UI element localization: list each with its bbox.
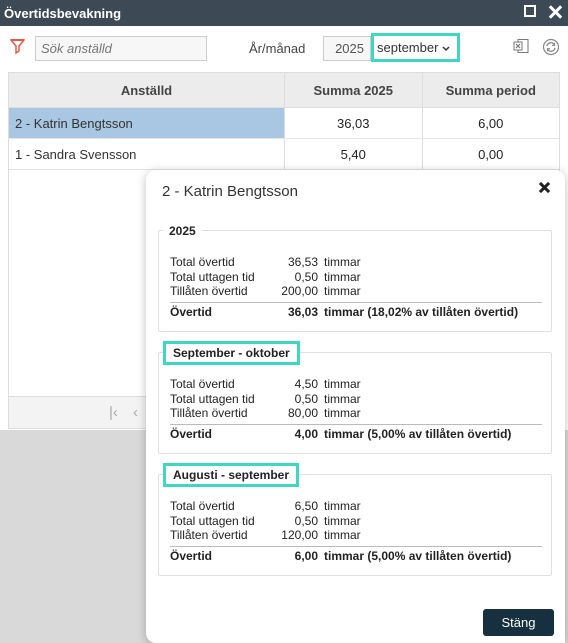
close-window-icon[interactable] — [548, 5, 562, 19]
overtime-total-row: Övertid 6,00 timmar (5,00% av tillåten öve… — [170, 545, 542, 564]
window-title: Övertidsbevakning — [4, 5, 122, 21]
window-controls — [524, 5, 562, 19]
first-page-icon[interactable]: |‹ — [109, 404, 118, 421]
close-icon[interactable] — [537, 180, 553, 196]
section-year: 2025 Total övertid 36,53 timmar Total utta… — [158, 222, 552, 332]
refresh-icon[interactable] — [542, 38, 560, 59]
table-row[interactable]: 2 - Katrin Bengtsson 36,03 6,00 — [9, 108, 559, 139]
sum-year-cell: 36,03 — [284, 108, 422, 138]
year-field[interactable]: 2025 — [323, 36, 371, 61]
month-value: september — [377, 40, 439, 55]
allowed-overtime-row: Tillåten övertid 120,00 timmar — [170, 528, 361, 543]
year-value: 2025 — [335, 41, 364, 56]
allowed-overtime-row: Tillåten övertid 200,00 timmar — [170, 284, 361, 299]
filter-icon[interactable] — [9, 38, 26, 57]
chevron-down-icon — [441, 42, 451, 57]
toolbar: År/månad 2025 september — [0, 26, 568, 71]
total-taken-row: Total uttagen tid 0,50 timmar — [170, 513, 361, 528]
overtime-total-row: Övertid 36,03 timmar (18,02% av tillåten ö… — [170, 301, 542, 320]
section-heading: Augusti - september — [163, 463, 300, 487]
sum-period-cell: 6,00 — [421, 108, 560, 138]
column-header-employee[interactable]: Anställd — [9, 73, 284, 107]
grid-header: Anställd Summa 2025 Summa period — [9, 73, 559, 108]
excel-export-icon[interactable] — [513, 38, 529, 57]
section-period: September - oktober Total övertid 4,50 tim… — [158, 341, 552, 454]
overtime-detail-dialog: 2 - Katrin Bengtsson 2025 Total övertid 3… — [146, 170, 565, 643]
window-titlebar: Övertidsbevakning — [0, 0, 568, 26]
allowed-overtime-row: Tillåten övertid 80,00 timmar — [170, 406, 361, 421]
overtime-total-row: Övertid 4,00 timmar (5,00% av tillåten öve… — [170, 423, 542, 442]
section-heading: September - oktober — [163, 341, 300, 365]
section-previous-period: Augusti - september Total övertid 6,50 tim… — [158, 463, 552, 576]
total-taken-row: Total uttagen tid 0,50 timmar — [170, 391, 361, 406]
month-select[interactable]: september — [371, 33, 460, 62]
search-input[interactable] — [35, 36, 207, 61]
total-overtime-row: Total övertid 6,50 timmar — [170, 499, 361, 514]
dialog-title: 2 - Katrin Bengtsson — [162, 183, 298, 200]
section-heading: 2025 — [163, 222, 202, 240]
year-month-label: År/månad — [249, 41, 306, 56]
total-overtime-row: Total övertid 36,53 timmar — [170, 255, 361, 270]
sum-period-cell: 0,00 — [421, 139, 560, 169]
prev-page-icon[interactable]: ‹ — [133, 404, 138, 421]
employee-cell: 2 - Katrin Bengtsson — [9, 108, 284, 138]
column-header-sum-period[interactable]: Summa period — [421, 73, 560, 107]
sum-year-cell: 5,40 — [284, 139, 422, 169]
column-header-sum-year[interactable]: Summa 2025 — [284, 73, 422, 107]
maximize-icon[interactable] — [524, 5, 536, 17]
employee-cell: 1 - Sandra Svensson — [15, 146, 137, 162]
total-taken-row: Total uttagen tid 0,50 timmar — [170, 269, 361, 284]
table-row[interactable]: 1 - Sandra Svensson 5,40 0,00 — [9, 139, 559, 170]
total-overtime-row: Total övertid 4,50 timmar — [170, 377, 361, 392]
close-button[interactable]: Stäng — [483, 609, 554, 636]
